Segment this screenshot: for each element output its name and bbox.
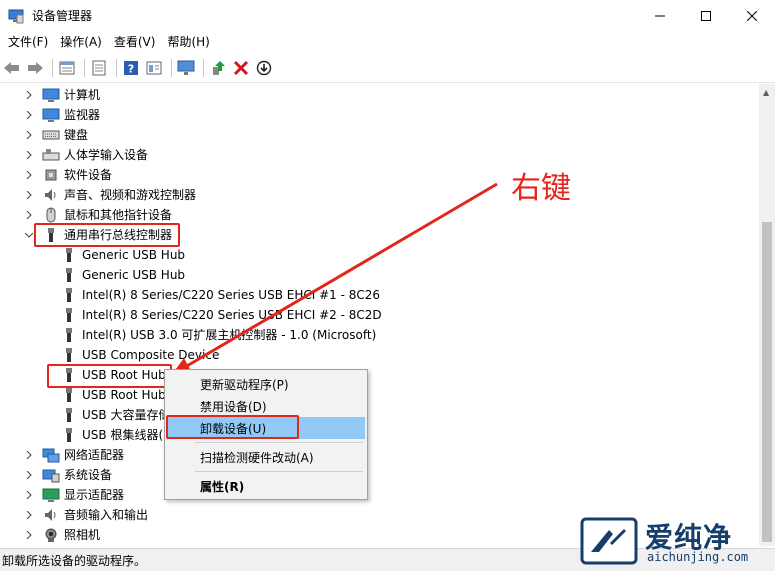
ctx-separator [195, 442, 363, 443]
ctx-properties[interactable]: 属性(R) [167, 475, 365, 497]
watermark-logo: 爱纯净 aichunjing.com [577, 514, 773, 568]
brand-logo-icon [580, 517, 638, 565]
annotation-callout-text: 右键 [511, 171, 571, 206]
ctx-separator [195, 471, 363, 472]
watermark-url-text: aichunjing.com [647, 550, 749, 564]
annotation-arrow [170, 182, 498, 377]
annotation-box-uninstall [166, 415, 299, 439]
status-text: 卸载所选设备的驱动程序。 [2, 553, 147, 568]
ctx-disable-device[interactable]: 禁用设备(D) [167, 395, 365, 417]
ctx-scan-hardware[interactable]: 扫描检测硬件改动(A) [167, 446, 365, 468]
ctx-update-driver[interactable]: 更新驱动程序(P) [167, 373, 365, 395]
